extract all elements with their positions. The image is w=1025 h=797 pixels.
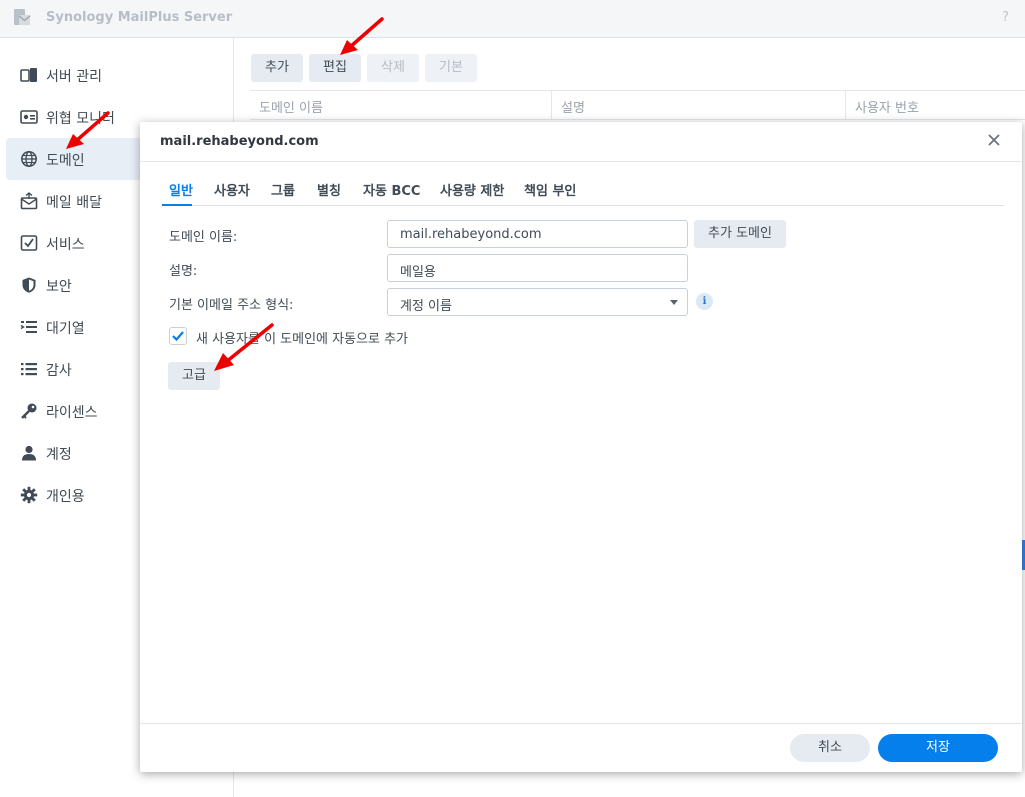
close-icon[interactable] — [986, 132, 1002, 148]
annotation-arrow-icon — [340, 17, 384, 55]
domain-grid-header: 도메인 이름 설명 사용자 번호 — [250, 90, 1025, 120]
column-header-domain-name[interactable]: 도메인 이름 — [259, 97, 323, 116]
window-title-bar: Synology MailPlus Server ? — [0, 0, 1025, 38]
audit-list-icon — [21, 363, 37, 376]
globe-icon — [21, 151, 37, 167]
column-header-user-count[interactable]: 사용자 번호 — [855, 97, 919, 116]
info-icon[interactable]: i — [696, 293, 713, 310]
help-button[interactable]: ? — [1002, 10, 1009, 25]
sidebar-item-label: 감사 — [46, 363, 72, 379]
set-default-button[interactable]: 기본 — [425, 54, 477, 82]
sidebar-item-label: 보안 — [46, 279, 72, 295]
cancel-button[interactable]: 취소 — [790, 734, 870, 762]
tab-bar-divider — [162, 205, 1004, 206]
sidebar-item-label: 서버 관리 — [46, 69, 102, 85]
user-icon — [22, 445, 36, 461]
domain-name-field[interactable]: mail.rehabeyond.com — [387, 220, 688, 248]
service-icon — [20, 235, 38, 251]
sidebar-item-label: 개인용 — [46, 489, 85, 505]
annotation-arrow-icon — [66, 111, 110, 149]
domain-name-label: 도메인 이름: — [169, 230, 238, 245]
threat-monitor-icon — [20, 110, 38, 124]
column-divider — [551, 91, 552, 119]
key-icon — [21, 403, 37, 419]
delete-button[interactable]: 삭제 — [367, 54, 419, 82]
sidebar-item-label: 메일 배달 — [46, 195, 102, 211]
queue-icon — [20, 321, 37, 333]
sidebar-item-label: 계정 — [46, 447, 72, 463]
sidebar-item-label: 서비스 — [46, 237, 85, 253]
address-format-label: 기본 이메일 주소 형식: — [169, 298, 294, 313]
mail-delivery-icon — [20, 192, 38, 210]
save-button[interactable]: 저장 — [878, 734, 998, 762]
column-header-description[interactable]: 설명 — [561, 97, 585, 116]
tab-groups[interactable]: 그룹 — [271, 180, 295, 199]
dialog-title-divider — [140, 161, 1022, 162]
sidebar-item-label: 대기열 — [46, 321, 85, 337]
active-tab-indicator — [162, 204, 192, 206]
mailplus-server-icon — [14, 9, 31, 25]
shield-icon — [22, 277, 36, 293]
tab-auto-bcc[interactable]: 자동 BCC — [363, 180, 420, 199]
edit-button[interactable]: 편집 — [309, 54, 361, 82]
domain-name-value: mail.rehabeyond.com — [400, 227, 542, 242]
tab-users[interactable]: 사용자 — [214, 180, 250, 199]
add-button[interactable]: 추가 — [251, 54, 303, 82]
description-value: 메일용 — [400, 265, 436, 280]
dialog-footer-divider — [140, 723, 1022, 724]
tab-disclaimer[interactable]: 책임 부인 — [524, 180, 576, 199]
sidebar-item-server-manage[interactable]: 서버 관리 — [6, 54, 234, 96]
sidebar-item-label: 라이센스 — [46, 405, 98, 421]
checkmark-icon — [172, 331, 184, 342]
server-manage-icon — [20, 68, 37, 82]
annotation-arrow-icon — [214, 323, 274, 371]
tab-general[interactable]: 일반 — [169, 180, 193, 199]
chevron-down-icon — [670, 300, 678, 305]
tab-alias[interactable]: 별칭 — [317, 180, 341, 199]
app-title: Synology MailPlus Server — [46, 10, 233, 25]
tab-usage-limit[interactable]: 사용량 제한 — [440, 180, 504, 199]
dialog-title: mail.rehabeyond.com — [160, 134, 319, 149]
address-format-value: 계정 이름 — [400, 299, 452, 314]
add-domain-button[interactable]: 추가 도메인 — [694, 220, 786, 248]
edit-domain-dialog: mail.rehabeyond.com 일반 사용자 그룹 별칭 자동 BCC … — [140, 122, 1022, 772]
gear-icon — [20, 486, 38, 504]
address-format-select[interactable]: 계정 이름 — [387, 288, 688, 316]
column-divider — [845, 91, 846, 119]
auto-add-users-checkbox[interactable] — [169, 327, 187, 345]
description-label: 설명: — [169, 264, 198, 279]
description-field[interactable]: 메일용 — [387, 254, 688, 282]
